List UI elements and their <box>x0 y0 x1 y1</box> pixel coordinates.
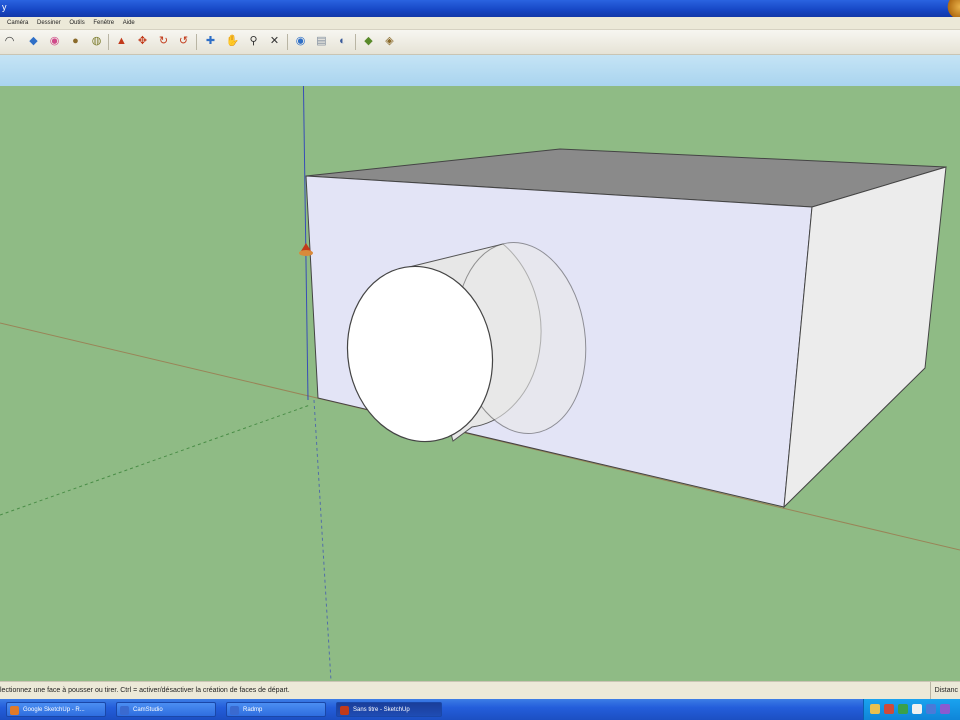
tray-icon[interactable] <box>898 704 908 714</box>
menu-item-draw[interactable]: Dessiner <box>37 17 61 29</box>
taskbar-item-active[interactable]: Sans titre - SketchUp <box>336 702 442 717</box>
menu-item-help[interactable]: Aide <box>123 17 135 29</box>
toolbar-button-3[interactable]: ● <box>68 34 83 49</box>
previous-view-icon: ◉ <box>295 35 306 47</box>
move-icon: ✥ <box>137 35 148 47</box>
toolbar-button-1[interactable]: ◆ <box>26 34 41 49</box>
toolbar-separator <box>287 34 288 50</box>
materials-icon: ◈ <box>385 35 394 47</box>
toolbar-button-12[interactable]: ✕ <box>267 34 282 49</box>
status-bar: lectionnez une face à pousser ou tirer. … <box>0 681 960 699</box>
eraser-tool-icon: ◆ <box>29 35 38 47</box>
tray-icon[interactable] <box>870 704 880 714</box>
windows-taskbar: Google SketchUp - R... CamStudio Radmp S… <box>0 699 960 720</box>
tray-icon[interactable] <box>912 704 922 714</box>
window-title-bar: y <box>0 0 960 17</box>
toolbar-button-13[interactable]: ◉ <box>293 34 308 49</box>
taskbar-item[interactable]: Radmp <box>226 702 326 717</box>
components-icon: ◆ <box>364 35 373 47</box>
tray-icon[interactable] <box>884 704 894 714</box>
system-tray <box>863 699 960 720</box>
sketchup-icon <box>10 706 19 715</box>
tape-measure-icon: ● <box>72 35 79 47</box>
follow-me-icon: ↺ <box>178 35 189 47</box>
arc-tool-icon: ◠ <box>4 35 15 47</box>
orbit-icon: ✚ <box>205 35 216 47</box>
toolbar-button-9[interactable]: ✚ <box>203 34 218 49</box>
taskbar-item-label: Radmp <box>243 707 263 713</box>
paint-bucket-icon: ◉ <box>49 35 60 47</box>
camstudio-icon <box>120 706 129 715</box>
layers-icon: ▤ <box>316 35 327 47</box>
taskbar-item-label: Google SketchUp - R... <box>23 707 85 713</box>
toolbar-button-15[interactable]: ◐ <box>335 34 350 49</box>
toolbar-button-11[interactable]: ⚲ <box>246 34 261 49</box>
menu-item-camera[interactable]: Caméra <box>7 17 28 29</box>
pan-icon: ✋ <box>225 35 240 47</box>
toolbar-button-17[interactable]: ◈ <box>382 34 397 49</box>
tray-icon[interactable] <box>940 704 950 714</box>
zoom-extents-icon: ✕ <box>269 35 280 47</box>
menu-bar: Caméra Dessiner Outils Fenêtre Aide <box>0 17 960 30</box>
toolbar-button-16[interactable]: ◆ <box>361 34 376 49</box>
tray-icon[interactable] <box>926 704 936 714</box>
zoom-icon: ⚲ <box>249 35 258 47</box>
toolbar-button-14[interactable]: ▤ <box>314 34 329 49</box>
status-message: lectionnez une face à pousser ou tirer. … <box>0 687 290 694</box>
protractor-icon: ◍ <box>91 35 102 47</box>
distance-label: Distanc <box>929 682 958 699</box>
main-toolbar: ◠ ◆ ◉ ● ◍ ▲ ✥ ↻ ↺ ✚ ✋ ⚲ ✕ ◉ ▤ ◐ ◆ ◈ <box>0 30 960 55</box>
menu-item-window[interactable]: Fenêtre <box>93 17 114 29</box>
taskbar-item[interactable]: CamStudio <box>116 702 216 717</box>
taskbar-item[interactable]: Google SketchUp - R... <box>6 702 106 717</box>
toolbar-button-8[interactable]: ↺ <box>176 34 191 49</box>
toolbar-separator <box>108 34 109 50</box>
sketchup-icon <box>340 706 349 715</box>
toolbar-separator <box>196 34 197 50</box>
toolbar-button-5[interactable]: ▲ <box>114 34 129 49</box>
3d-viewport[interactable] <box>0 86 960 681</box>
toolbar-button-0[interactable]: ◠ <box>2 34 17 49</box>
toolbar-button-7[interactable]: ↻ <box>156 34 171 49</box>
toolbar-button-2[interactable]: ◉ <box>47 34 62 49</box>
menu-item-tools[interactable]: Outils <box>69 17 84 29</box>
toolbar-button-6[interactable]: ✥ <box>135 34 150 49</box>
title-indicator: y <box>2 2 7 12</box>
taskbar-item-label: CamStudio <box>133 707 163 713</box>
rotate-icon: ↻ <box>158 35 169 47</box>
app-icon <box>230 706 239 715</box>
toolbar-separator <box>355 34 356 50</box>
logo-icon <box>946 0 960 17</box>
push-pull-icon: ▲ <box>116 35 127 47</box>
toolbar-button-10[interactable]: ✋ <box>225 34 240 49</box>
sky-background <box>0 55 960 86</box>
toolbar-button-4[interactable]: ◍ <box>89 34 104 49</box>
taskbar-item-label: Sans titre - SketchUp <box>353 707 410 713</box>
shadows-icon: ◐ <box>339 35 346 47</box>
